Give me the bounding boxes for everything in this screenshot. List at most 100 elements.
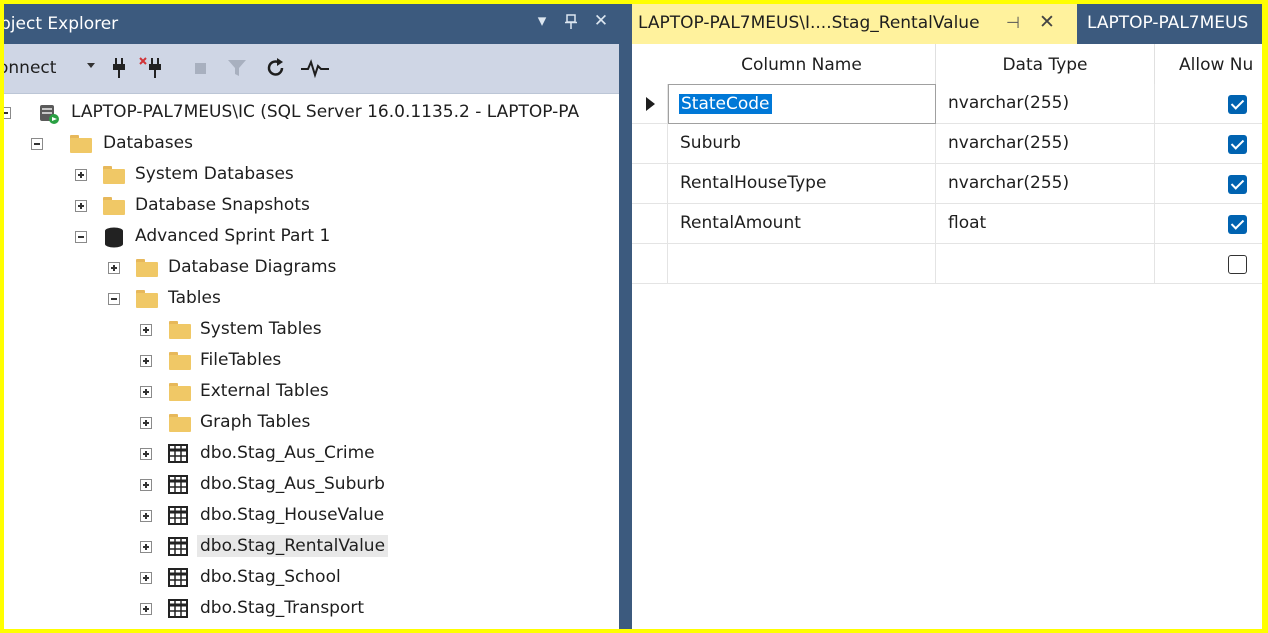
tab-stag-rentalvalue[interactable]: LAPTOP-PAL7MEUS\I....Stag_RentalValue ⊣ … (632, 4, 1077, 44)
tree-node-label: Graph Tables (200, 412, 311, 432)
column-name-cell[interactable]: RentalHouseType (668, 164, 936, 204)
tree-node-label: Databases (103, 133, 193, 153)
expand-icon[interactable] (140, 417, 152, 429)
expand-icon[interactable] (140, 324, 152, 336)
data-type-cell[interactable] (936, 244, 1155, 284)
tab-close-icon[interactable]: ✕ (1039, 11, 1055, 33)
pin-icon[interactable] (560, 11, 582, 35)
window-position-dropdown-icon[interactable]: ▾ (531, 11, 553, 31)
activity-monitor-icon[interactable] (300, 56, 330, 80)
allow-nulls-checkbox[interactable] (1228, 95, 1247, 114)
table-row[interactable]: Suburb nvarchar(255) (632, 124, 1262, 164)
column-name-cell[interactable] (668, 244, 936, 284)
expand-icon[interactable] (140, 510, 152, 522)
data-type-cell[interactable]: float (936, 204, 1155, 244)
expand-icon[interactable] (75, 200, 87, 212)
server-icon (38, 103, 60, 130)
object-explorer-panel: bject Explorer ▾ ✕ onnect (4, 4, 619, 629)
tree-node-label: External Tables (200, 381, 329, 401)
row-selector[interactable] (632, 244, 668, 284)
data-type-cell[interactable]: nvarchar(255) (936, 84, 1155, 124)
disconnect-icon[interactable] (138, 56, 161, 80)
collapse-icon[interactable] (4, 107, 11, 119)
row-selector[interactable] (632, 164, 668, 204)
tree-node-label: dbo.Stag_Aus_Suburb (200, 474, 385, 494)
tree-node-label: System Tables (200, 319, 322, 339)
tree-node-label: dbo.Stag_RentalValue (197, 535, 389, 557)
tab-laptop-inactive[interactable]: LAPTOP-PAL7MEUS (1087, 13, 1248, 33)
allow-nulls-cell (1155, 244, 1262, 284)
folder-icon (169, 352, 191, 370)
header-data-type: Data Type (936, 44, 1155, 84)
column-name-cell[interactable]: Suburb (668, 124, 936, 164)
allow-nulls-checkbox[interactable] (1228, 255, 1247, 274)
tree-node-label: dbo.Stag_School (200, 567, 341, 587)
collapse-icon[interactable] (108, 293, 120, 305)
folder-icon (136, 259, 158, 277)
table-row[interactable]: RentalAmount float (632, 204, 1262, 244)
tree-node-label: dbo.Stag_Transport (200, 598, 365, 618)
stop-icon[interactable] (190, 56, 212, 80)
allow-nulls-checkbox[interactable] (1228, 175, 1247, 194)
data-type-cell[interactable]: nvarchar(255) (936, 124, 1155, 164)
expand-icon[interactable] (140, 603, 152, 615)
table-icon (168, 568, 188, 593)
allow-nulls-cell (1155, 84, 1262, 124)
expand-icon[interactable] (140, 355, 152, 367)
refresh-icon[interactable] (265, 56, 287, 80)
close-panel-icon[interactable]: ✕ (590, 11, 612, 31)
folder-icon (169, 383, 191, 401)
tree-node-label: FileTables (200, 350, 282, 370)
folder-icon (136, 290, 158, 308)
folder-icon (169, 414, 191, 432)
tree-node-label: Advanced Sprint Part 1 (135, 226, 331, 246)
column-name-cell[interactable]: RentalAmount (668, 204, 936, 244)
header-allow-nulls: Allow Nu (1179, 55, 1254, 75)
connect-dropdown-icon[interactable] (87, 63, 95, 68)
row-selector[interactable] (632, 124, 668, 164)
column-name-cell[interactable]: StateCode (668, 84, 936, 124)
table-icon (168, 444, 188, 469)
tree-node-label: Database Diagrams (168, 257, 337, 277)
folder-icon (103, 197, 125, 215)
expand-icon[interactable] (75, 169, 87, 181)
expand-icon[interactable] (140, 572, 152, 584)
tree-node-label: Tables (168, 288, 221, 308)
data-type-cell[interactable]: nvarchar(255) (936, 164, 1155, 204)
folder-icon (103, 166, 125, 184)
collapse-icon[interactable] (75, 231, 87, 243)
expand-icon[interactable] (140, 479, 152, 491)
expand-icon[interactable] (140, 386, 152, 398)
row-selector[interactable] (632, 84, 668, 124)
tree-node-label: LAPTOP-PAL7MEUS\IC (SQL Server 16.0.1135… (71, 102, 580, 122)
connect-button[interactable]: onnect (4, 58, 56, 78)
collapse-icon[interactable] (31, 138, 43, 150)
current-row-arrow-icon (646, 97, 655, 111)
allow-nulls-cell (1155, 124, 1262, 164)
expand-icon[interactable] (140, 541, 152, 553)
folder-icon (169, 321, 191, 339)
folder-icon (70, 135, 92, 153)
object-explorer-toolbar: onnect (4, 44, 619, 94)
object-explorer-titlebar: bject Explorer ▾ ✕ (4, 4, 619, 44)
expand-icon[interactable] (140, 448, 152, 460)
table-icon (168, 506, 188, 531)
tab-label: LAPTOP-PAL7MEUS\I....Stag_RentalValue (638, 13, 980, 33)
expand-icon[interactable] (108, 262, 120, 274)
table-row-new[interactable] (632, 244, 1262, 284)
panel-splitter[interactable] (619, 4, 632, 629)
table-row[interactable]: RentalHouseType nvarchar(255) (632, 164, 1262, 204)
plug-icon[interactable] (108, 56, 130, 80)
database-icon (104, 227, 124, 254)
header-column-name: Column Name (668, 44, 936, 84)
row-selector[interactable] (632, 204, 668, 244)
allow-nulls-cell (1155, 204, 1262, 244)
tree-node-label: dbo.Stag_HouseValue (200, 505, 385, 525)
app-window: bject Explorer ▾ ✕ onnect (4, 4, 1262, 629)
filter-icon[interactable] (226, 56, 248, 80)
tab-pin-icon[interactable]: ⊣ (1006, 13, 1020, 32)
table-icon (168, 475, 188, 500)
allow-nulls-checkbox[interactable] (1228, 215, 1247, 234)
allow-nulls-checkbox[interactable] (1228, 135, 1247, 154)
table-row[interactable]: StateCode nvarchar(255) (632, 84, 1262, 124)
